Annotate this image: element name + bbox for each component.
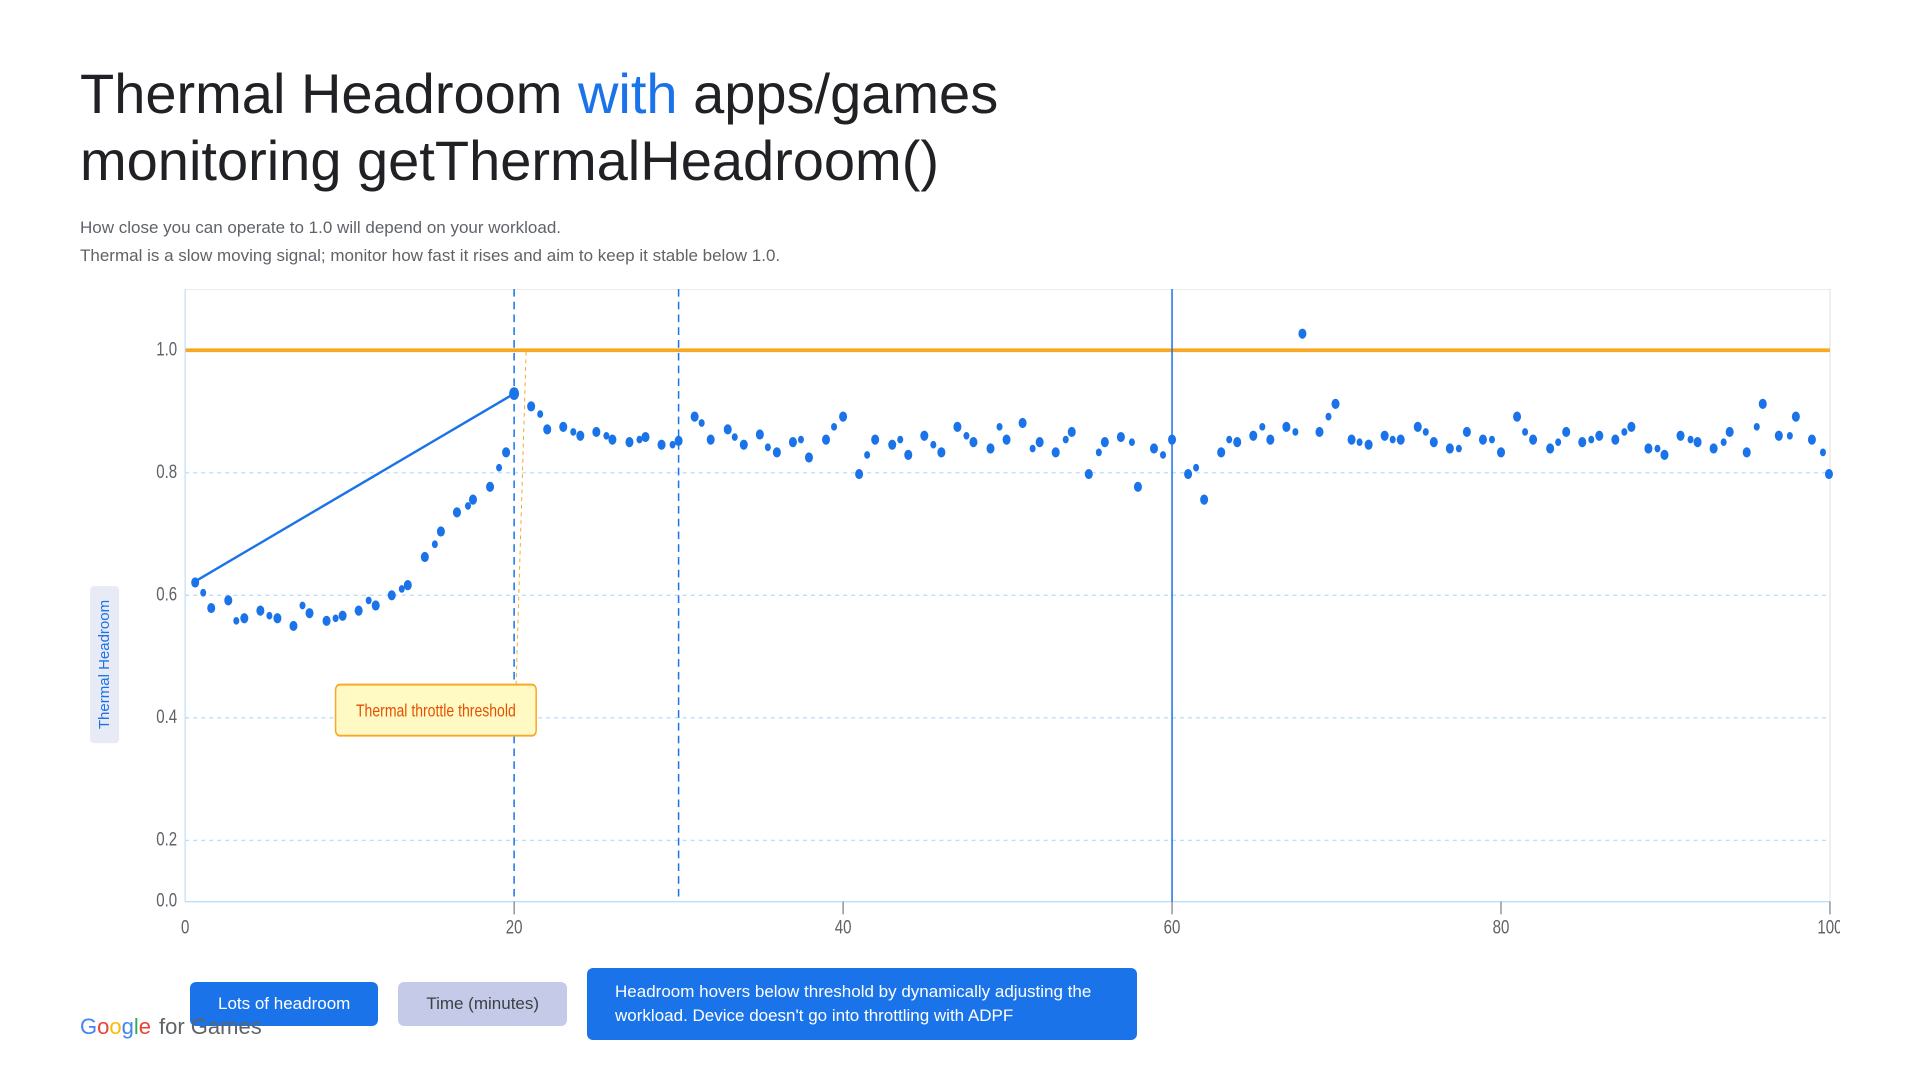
svg-text:0: 0 (181, 915, 189, 937)
chart-area: Thermal Headroom 1.0 0.8 (80, 289, 1840, 1040)
for-games-text: for Games (159, 1014, 262, 1040)
title-with: with (578, 62, 678, 125)
svg-text:0.2: 0.2 (156, 827, 177, 849)
bottom-labels: Lots of headroom Time (minutes) Headroom… (135, 968, 1840, 1040)
google-logo: Google for Games (80, 1014, 262, 1040)
title-block: Thermal Headroom with apps/games monitor… (80, 60, 1840, 194)
title-line-2: monitoring getThermalHeadroom() (80, 127, 1840, 194)
svg-text:40: 40 (835, 915, 852, 937)
chart-svg-container: 1.0 0.8 0.6 0.4 0.2 0.0 (135, 289, 1840, 953)
title-line-1: Thermal Headroom with apps/games (80, 60, 1840, 127)
svg-text:0.6: 0.6 (156, 582, 177, 604)
svg-text:1.0: 1.0 (156, 337, 177, 359)
svg-text:0.4: 0.4 (156, 705, 177, 727)
title-part1: Thermal Headroom (80, 62, 578, 125)
google-wordmark: Google (80, 1014, 151, 1040)
chart-with-xaxis: 1.0 0.8 0.6 0.4 0.2 0.0 (135, 289, 1840, 1040)
svg-text:0.0: 0.0 (156, 889, 177, 911)
time-minutes-label: Time (minutes) (398, 982, 567, 1026)
svg-text:0.8: 0.8 (156, 460, 177, 482)
y-axis-label-container: Thermal Headroom (80, 289, 130, 1040)
svg-text:20: 20 (506, 915, 523, 937)
svg-text:60: 60 (1164, 915, 1181, 937)
y-axis-label: Thermal Headroom (91, 586, 120, 743)
subtitle-line-1: How close you can operate to 1.0 will de… (80, 214, 1840, 241)
headroom-description-label: Headroom hovers below threshold by dynam… (587, 968, 1137, 1040)
subtitle-block: How close you can operate to 1.0 will de… (80, 214, 1840, 268)
title-part2: apps/games (678, 62, 999, 125)
svg-text:100: 100 (1817, 915, 1840, 937)
subtitle-line-2: Thermal is a slow moving signal; monitor… (80, 242, 1840, 269)
svg-text:Thermal throttle threshold: Thermal throttle threshold (356, 701, 516, 721)
svg-text:80: 80 (1493, 915, 1510, 937)
